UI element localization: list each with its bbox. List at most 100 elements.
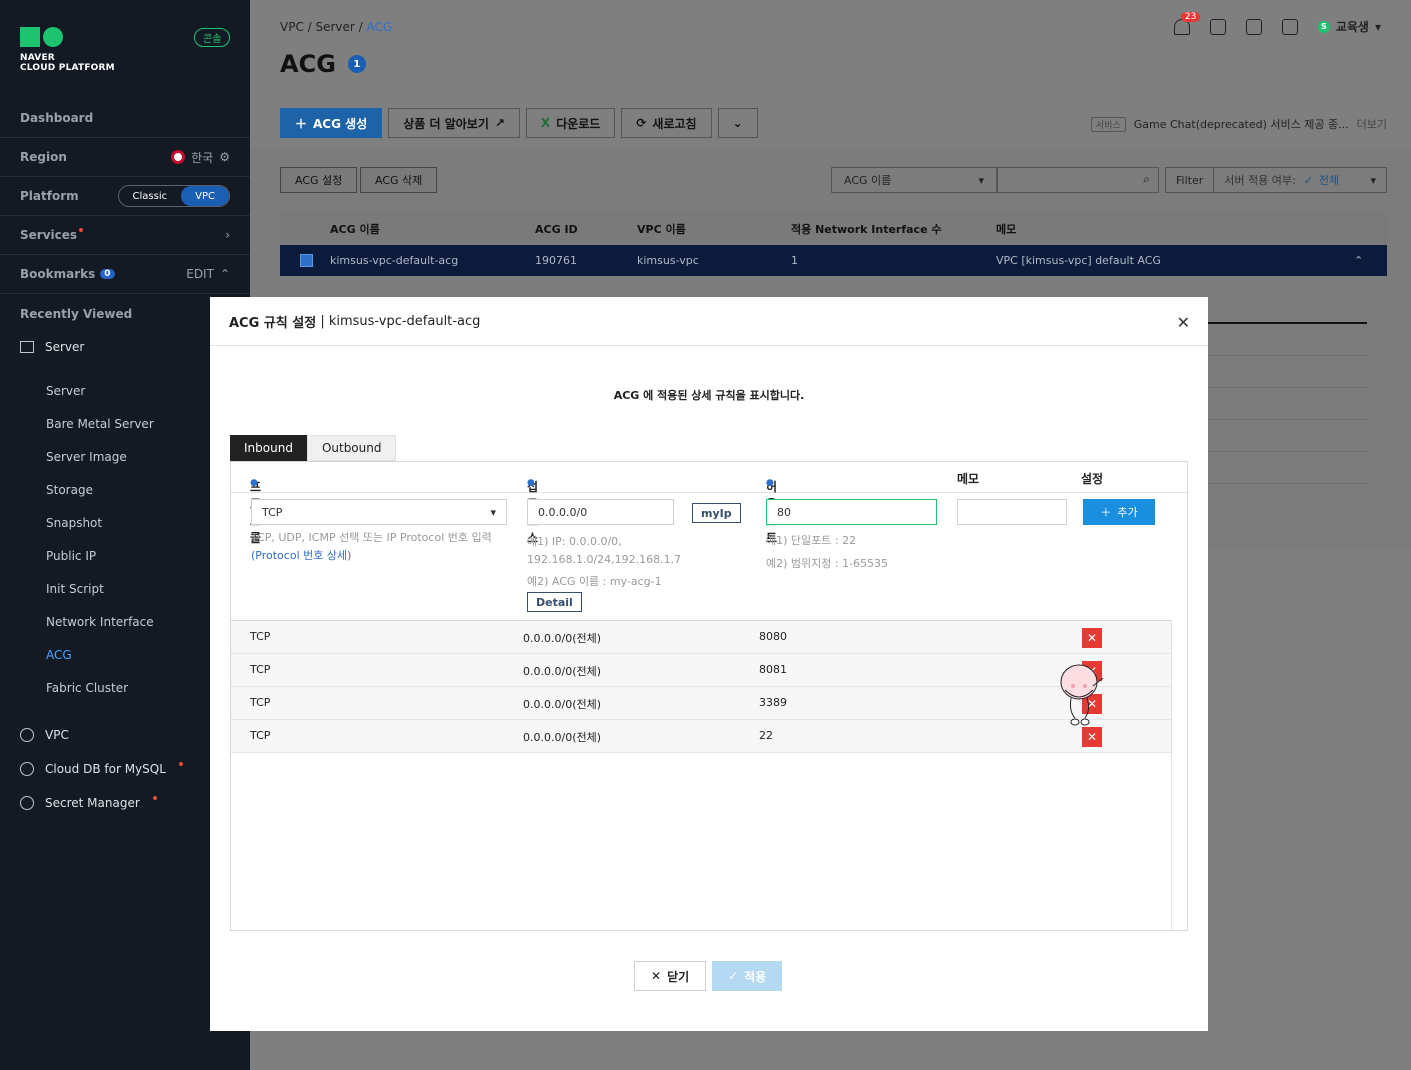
- user-name: 교육생: [1335, 20, 1369, 34]
- naver-cloud-logo[interactable]: NAVER CLOUD PLATFORM: [20, 27, 115, 73]
- filter-label[interactable]: Filter: [1166, 168, 1215, 192]
- close-button[interactable]: ✕ 닫기: [634, 961, 707, 991]
- tab-outbound[interactable]: Outbound: [306, 435, 397, 461]
- memo-input[interactable]: [957, 499, 1067, 525]
- book-icon[interactable]: [1281, 18, 1298, 35]
- notice-more-link[interactable]: 더보기: [1357, 116, 1387, 132]
- sidebar-region[interactable]: Region 한국 ⚙: [0, 138, 250, 177]
- acg-settings-button[interactable]: ACG 설정: [280, 167, 358, 193]
- col-vpc-name[interactable]: VPC 이름: [637, 213, 686, 245]
- modal-description: ACG 에 적용된 상세 규칙을 표시합니다.: [613, 389, 805, 402]
- sidebar-item-network-interface[interactable]: Network Interface: [46, 615, 154, 629]
- platform-toggle[interactable]: Classic VPC: [117, 185, 230, 207]
- table-row[interactable]: kimsus-vpc-default-acg 190761 kimsus-vpc…: [280, 245, 1387, 276]
- recently-viewed-label: Recently Viewed: [20, 306, 133, 321]
- sidebar-item-snapshot[interactable]: Snapshot: [46, 516, 102, 530]
- create-acg-button[interactable]: ＋ ACG 생성: [280, 108, 383, 138]
- sidebar-service-vpc[interactable]: VPC: [20, 728, 69, 742]
- gear-icon[interactable]: ⚙: [219, 150, 230, 164]
- download-button[interactable]: X 다운로드: [525, 108, 616, 138]
- platform-vpc[interactable]: VPC: [181, 186, 229, 206]
- search-icon[interactable]: ⌕: [1143, 172, 1150, 187]
- delete-rule-button[interactable]: ✕: [1082, 628, 1102, 648]
- bookmarks-count: 0: [100, 269, 115, 279]
- tab-inbound[interactable]: Inbound: [230, 435, 307, 461]
- title-info-badge[interactable]: 1: [347, 55, 366, 73]
- rule-port: 8081: [759, 663, 787, 676]
- notice-text[interactable]: Game Chat(deprecated) 서비스 제공 종...: [1134, 116, 1349, 132]
- edit-note-icon[interactable]: [1245, 18, 1262, 35]
- user-menu[interactable]: S 교육생 ▾: [1317, 18, 1381, 35]
- chevron-up-icon[interactable]: ⌃: [220, 267, 230, 281]
- myip-button[interactable]: myIp: [692, 503, 741, 523]
- check-icon: ✓: [728, 969, 739, 983]
- col-setting: 설정: [1081, 472, 1104, 486]
- sidebar-item-server[interactable]: Server: [46, 384, 85, 398]
- sidebar-service-secret-manager[interactable]: Secret Manager: [20, 796, 157, 810]
- sidebar-platform: Platform Classic VPC: [0, 177, 250, 216]
- learn-more-button[interactable]: 상품 더 알아보기 ↗: [388, 108, 520, 138]
- col-ni-count[interactable]: 적용 Network Interface 수: [791, 213, 942, 245]
- sidebar-item-acg[interactable]: ACG: [46, 648, 72, 662]
- sidebar-item-init-script[interactable]: Init Script: [46, 582, 104, 596]
- chevron-up-icon[interactable]: ⌃: [1354, 245, 1363, 276]
- acg-table-header: ACG 이름 ACG ID VPC 이름 적용 Network Interfac…: [280, 213, 1387, 245]
- rule-editor: 프로토콜● 접근 소스● 허용 포트● 메모 설정 TCP ▾ TCP, UDP…: [230, 461, 1188, 931]
- apply-button[interactable]: ✓ 적용: [712, 961, 783, 991]
- plus-icon: ＋: [1100, 506, 1112, 519]
- chat-icon[interactable]: [1209, 18, 1226, 35]
- sidebar-item-dashboard[interactable]: Dashboard: [0, 99, 250, 138]
- refresh-button[interactable]: ⟳ 새로고침: [621, 108, 712, 138]
- sidebar-item-public-ip[interactable]: Public IP: [46, 549, 96, 563]
- header-icons: 23 S 교육생 ▾: [1173, 11, 1381, 35]
- filter-box[interactable]: Filter 서버 적용 여부: ✓ 전체 ▾: [1165, 167, 1387, 193]
- sidebar-item-bookmarks[interactable]: Bookmarks 0 EDIT ⌃: [0, 255, 250, 294]
- acg-delete-button[interactable]: ACG 삭제: [360, 167, 438, 193]
- close-icon[interactable]: ✕: [1177, 313, 1190, 332]
- caret-down-icon: ▾: [1374, 19, 1381, 34]
- sidebar-item-fabric-cluster[interactable]: Fabric Cluster: [46, 681, 128, 695]
- sidebar-item-services[interactable]: Services ›: [0, 216, 250, 255]
- platform-classic[interactable]: Classic: [119, 186, 182, 206]
- sidebar-item-storage[interactable]: Storage: [46, 483, 93, 497]
- page-title: ACG 1: [280, 50, 366, 78]
- check-icon: ✓: [1303, 173, 1313, 187]
- row-acg-name: kimsus-vpc-default-acg: [330, 254, 459, 267]
- rule-row: TCP 0.0.0.0/0(전체) 8080 ✕: [231, 621, 1171, 654]
- detail-table-background: [1200, 322, 1367, 512]
- delete-rule-button[interactable]: ✕: [1082, 727, 1102, 747]
- service-notice: 서비스 Game Chat(deprecated) 서비스 제공 종... 더보…: [1090, 116, 1387, 132]
- detail-button[interactable]: Detail: [527, 592, 582, 612]
- source-input[interactable]: 0.0.0.0/0: [527, 499, 674, 525]
- add-rule-button[interactable]: ＋ 추가: [1083, 499, 1155, 525]
- bookmarks-edit[interactable]: EDIT: [186, 267, 214, 281]
- sidebar-service-cloud-db[interactable]: Cloud DB for MySQL: [20, 762, 183, 776]
- protocol-select[interactable]: TCP ▾: [251, 499, 507, 525]
- more-dropdown-button[interactable]: ⌄: [717, 108, 758, 138]
- search-input[interactable]: ⌕: [997, 167, 1159, 193]
- bell-icon[interactable]: 23: [1173, 11, 1201, 35]
- console-badge[interactable]: 콘솔: [194, 28, 231, 47]
- sidebar-item-bare-metal[interactable]: Bare Metal Server: [46, 417, 154, 431]
- breadcrumb-server[interactable]: Server: [316, 20, 355, 34]
- database-icon: [20, 762, 34, 776]
- excel-icon: X: [540, 116, 551, 130]
- protocol-hint: TCP, UDP, ICMP 선택 또는 IP Protocol 번호 입력 (…: [251, 529, 501, 565]
- search-field-select[interactable]: ACG 이름 ▾: [831, 167, 997, 193]
- rule-protocol: TCP: [250, 630, 271, 643]
- breadcrumb-vpc[interactable]: VPC: [280, 20, 304, 34]
- row-checkbox[interactable]: [300, 254, 313, 267]
- port-input[interactable]: 80: [766, 499, 937, 525]
- protocol-detail-link[interactable]: (Protocol 번호 상세): [251, 549, 351, 562]
- breadcrumb: VPC / Server / ACG: [280, 20, 393, 34]
- search-field-label: ACG 이름: [844, 174, 892, 187]
- lock-icon: [20, 796, 34, 810]
- sidebar-item-server-image[interactable]: Server Image: [46, 450, 127, 464]
- services-label: Services: [20, 228, 78, 242]
- rule-source: 0.0.0.0/0(전체): [523, 731, 602, 744]
- source-hint-1: 예1) IP: 0.0.0.0/0,: [527, 535, 622, 548]
- required-dot-icon: ●: [250, 478, 258, 488]
- new-dot-icon: [178, 762, 183, 766]
- col-acg-id[interactable]: ACG ID: [535, 213, 578, 245]
- col-acg-name[interactable]: ACG 이름: [330, 213, 380, 245]
